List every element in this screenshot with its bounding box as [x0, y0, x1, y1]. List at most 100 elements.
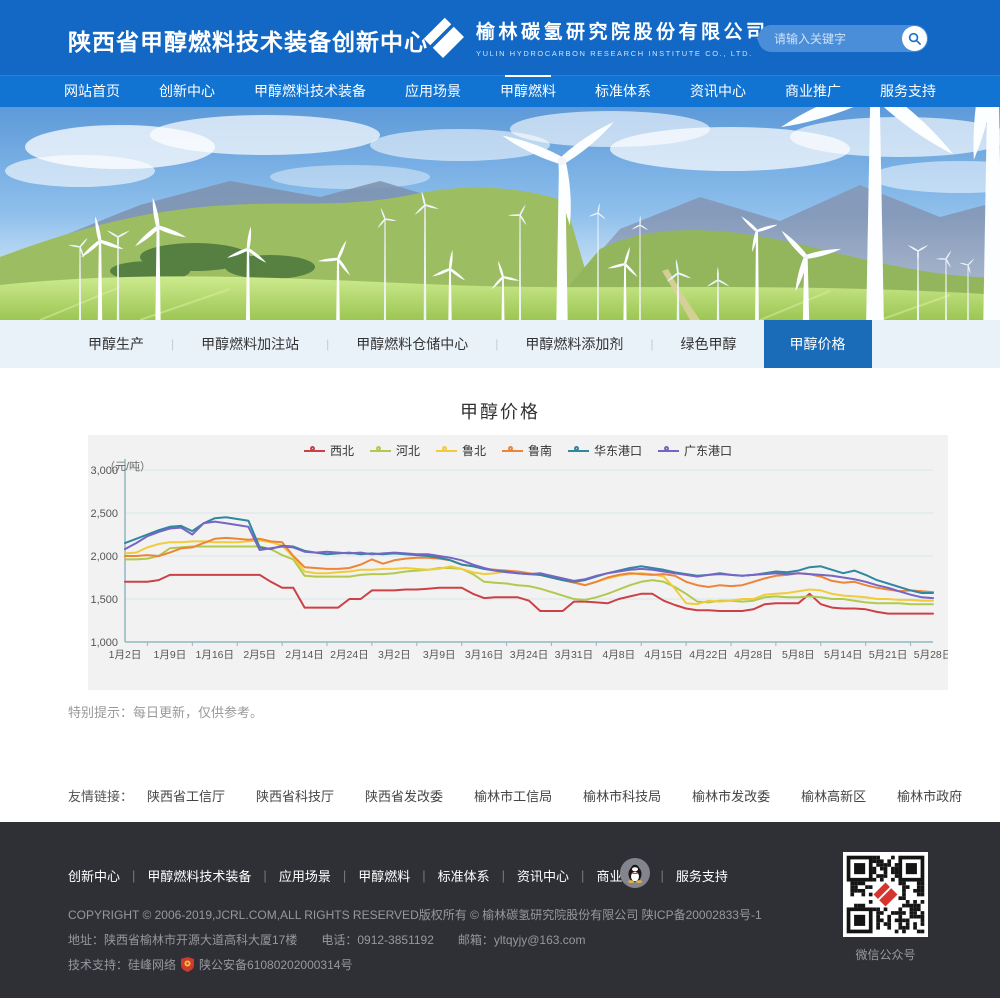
- phone: 电话：0912-3851192: [321, 931, 434, 948]
- footer-nav-item-0[interactable]: 创新中心: [68, 866, 120, 885]
- footer-nav-separator: |: [422, 868, 425, 883]
- x-axis-tick-label: 1月16日: [196, 649, 235, 661]
- footer-nav-separator: |: [660, 868, 663, 883]
- methanol-price-chart-panel: 1,0001,5002,0002,5003,0001月2日1月9日1月16日2月…: [88, 435, 948, 690]
- legend-item-4[interactable]: 华东港口: [568, 442, 642, 459]
- legend-label: 鲁北: [462, 442, 486, 459]
- subnav-separator: |: [650, 337, 653, 351]
- hero-image: [0, 107, 1000, 320]
- subnav-item-4[interactable]: 绿色甲醇: [681, 334, 737, 354]
- company-block: 榆林碳氢研究院股份有限公司 YULIN HYDROCARBON RESEARCH…: [476, 17, 769, 58]
- series-line-0: [125, 575, 933, 614]
- legend-marker-icon: [436, 450, 457, 452]
- legend-label: 鲁南: [528, 442, 552, 459]
- x-axis-tick-label: 5月8日: [782, 649, 815, 661]
- legend-label: 广东港口: [684, 442, 732, 459]
- search-input[interactable]: [772, 25, 890, 52]
- subnav-item-5[interactable]: 甲醇价格: [764, 320, 872, 368]
- qq-penguin-icon: [626, 863, 644, 883]
- x-axis-tick-label: 2月5日: [243, 649, 276, 661]
- friendly-link-7[interactable]: 榆林市政府: [897, 789, 962, 804]
- footer-nav-item-2[interactable]: 应用场景: [279, 866, 331, 885]
- copyright-line: COPYRIGHT © 2006-2019,JCRL.COM,ALL RIGHT…: [68, 906, 762, 923]
- x-axis-tick-label: 4月22日: [689, 649, 728, 661]
- qr-code-image: [843, 852, 928, 937]
- address: 地址：陕西省榆林市开源大道高科大厦17楼: [68, 931, 297, 948]
- footer-nav-item-1[interactable]: 甲醇燃料技术装备: [147, 866, 251, 885]
- friendly-link-3[interactable]: 榆林市工信局: [474, 789, 552, 804]
- sub-navigation: 甲醇生产 | 甲醇燃料加注站 | 甲醇燃料仓储中心 | 甲醇燃料添加剂 | 绿色甲醇 甲醇价格: [0, 320, 1000, 368]
- site-title: 陕西省甲醇燃料技术装备创新中心: [68, 23, 428, 57]
- footer: 创新中心|甲醇燃料技术装备|应用场景|甲醇燃料|标准体系|资讯中心|商业推广|服…: [0, 822, 1000, 998]
- series-line-4: [125, 517, 933, 593]
- x-axis-tick-label: 5月21日: [869, 649, 908, 661]
- legend-item-0[interactable]: 西北: [304, 442, 354, 459]
- legend-item-2[interactable]: 鲁北: [436, 442, 486, 459]
- nav-item-3[interactable]: 应用场景: [405, 76, 461, 107]
- legend-item-3[interactable]: 鲁南: [502, 442, 552, 459]
- friendly-link-6[interactable]: 榆林高新区: [801, 789, 866, 804]
- subnav-separator: |: [495, 337, 498, 351]
- footer-nav-separator: |: [343, 868, 346, 883]
- friendly-links-items: 陕西省工信厅 陕西省科技厅 陕西省发改委 榆林市工信局 榆林市科技局 榆林市发改委 榆林高新…: [147, 786, 993, 805]
- nav-item-5[interactable]: 标准体系: [595, 76, 651, 107]
- search-button[interactable]: [902, 26, 927, 51]
- y-axis-tick-label: 1,000: [90, 637, 118, 649]
- x-axis-tick-label: 1月9日: [154, 649, 187, 661]
- legend-label: 西北: [330, 442, 354, 459]
- x-axis-tick-label: 3月2日: [378, 649, 411, 661]
- nav-item-8[interactable]: 服务支持: [880, 76, 936, 107]
- company-name: 榆林碳氢研究院股份有限公司: [476, 17, 769, 44]
- y-axis-tick-label: 2,000: [90, 551, 118, 563]
- subnav-item-1[interactable]: 甲醇燃料加注站: [201, 334, 299, 354]
- friendly-link-0[interactable]: 陕西省工信厅: [147, 789, 225, 804]
- legend-marker-icon: [304, 450, 325, 452]
- section-title: 甲醇价格: [0, 398, 1000, 424]
- subnav-item-0[interactable]: 甲醇生产: [88, 334, 144, 354]
- y-axis-tick-label: 1,500: [90, 594, 118, 606]
- main-navigation: 网站首页 创新中心 甲醇燃料技术装备 应用场景 甲醇燃料 标准体系 资讯中心 商业推广 服务支持: [0, 75, 1000, 107]
- subnav-separator: |: [171, 337, 174, 351]
- x-axis-tick-label: 4月15日: [644, 649, 683, 661]
- friendly-link-1[interactable]: 陕西省科技厅: [256, 789, 334, 804]
- legend-marker-icon: [568, 450, 589, 452]
- qq-contact-button[interactable]: [620, 858, 650, 888]
- subnav-item-2[interactable]: 甲醇燃料仓储中心: [356, 334, 468, 354]
- footer-nav-item-7[interactable]: 服务支持: [676, 866, 728, 885]
- footer-nav-item-3[interactable]: 甲醇燃料: [358, 866, 410, 885]
- police-record: 陕公安备61080202000314号: [199, 956, 352, 973]
- subnav-item-3[interactable]: 甲醇燃料添加剂: [525, 334, 623, 354]
- legend-marker-icon: [502, 450, 523, 452]
- legend-item-5[interactable]: 广东港口: [658, 442, 732, 459]
- footer-nav-item-4[interactable]: 标准体系: [438, 866, 490, 885]
- x-axis-tick-label: 2月24日: [330, 649, 369, 661]
- police-badge-icon: [181, 957, 194, 972]
- nav-item-1[interactable]: 创新中心: [159, 76, 215, 107]
- legend-marker-icon: [370, 450, 391, 452]
- nav-item-2[interactable]: 甲醇燃料技术装备: [254, 76, 366, 107]
- nav-item-6[interactable]: 资讯中心: [690, 76, 746, 107]
- nav-item-0[interactable]: 网站首页: [64, 76, 120, 107]
- footer-nav-item-5[interactable]: 资讯中心: [517, 866, 569, 885]
- friendly-link-4[interactable]: 榆林市科技局: [583, 789, 661, 804]
- tech-support: 技术支持：硅峰网络: [68, 956, 176, 973]
- search-icon: [908, 32, 921, 45]
- y-axis-unit: （元/吨）: [104, 458, 151, 474]
- company-name-en: YULIN HYDROCARBON RESEARCH INSTITUTE CO.…: [476, 49, 769, 58]
- email: 邮箱：yltqyjy@163.com: [458, 931, 586, 948]
- search-box: [758, 25, 928, 52]
- nav-item-7[interactable]: 商业推广: [785, 76, 841, 107]
- x-axis-tick-label: 3月31日: [555, 649, 594, 661]
- friendly-link-5[interactable]: 榆林市发改委: [692, 789, 770, 804]
- site-logo-icon: [420, 14, 466, 60]
- contact-line: 地址：陕西省榆林市开源大道高科大厦17楼 电话：0912-3851192 邮箱：…: [68, 931, 609, 948]
- friendly-link-2[interactable]: 陕西省发改委: [365, 789, 443, 804]
- footer-nav-separator: |: [132, 868, 135, 883]
- legend-item-1[interactable]: 河北: [370, 442, 420, 459]
- header: 陕西省甲醇燃料技术装备创新中心 榆林碳氢研究院股份有限公司 YULIN HYDR…: [0, 0, 1000, 75]
- subnav-separator: |: [326, 337, 329, 351]
- price-line-chart: 1,0001,5002,0002,5003,0001月2日1月9日1月16日2月…: [88, 435, 948, 690]
- tech-support-line: 技术支持：硅峰网络 陕公安备61080202000314号: [68, 956, 352, 973]
- nav-item-4[interactable]: 甲醇燃料: [500, 76, 556, 107]
- footer-nav-separator: |: [263, 868, 266, 883]
